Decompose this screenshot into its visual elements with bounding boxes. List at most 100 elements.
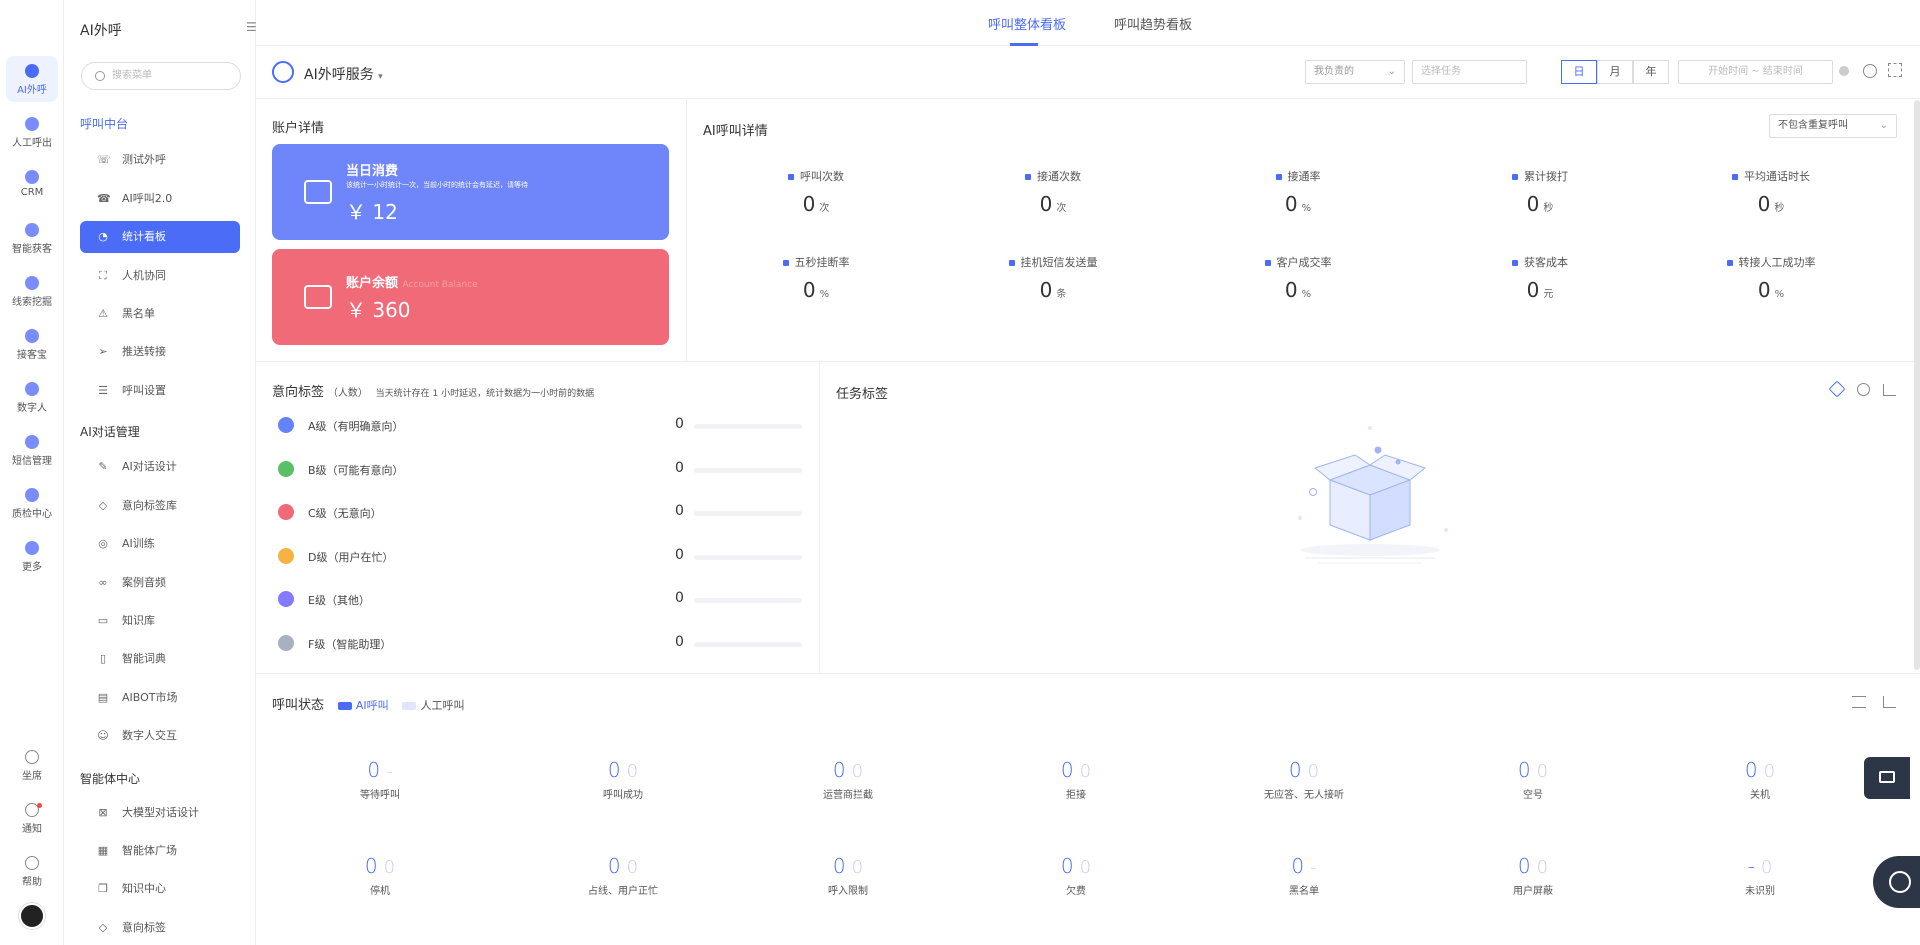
task-select[interactable]: 选择任务	[1412, 60, 1527, 84]
clue-icon	[25, 276, 39, 290]
menu-item-7[interactable]: ✎ AI对话设计	[80, 451, 240, 483]
menu-item-10[interactable]: ∞ 案例音频	[80, 567, 240, 599]
divider	[256, 361, 1920, 362]
menu-item-5[interactable]: ➢ 推送转接	[80, 336, 240, 368]
collapse-icon[interactable]: ☰	[246, 20, 257, 34]
menu-item-icon: ⛶	[99, 269, 107, 282]
period-month[interactable]: 月	[1597, 60, 1633, 84]
call-status-item: 0 0 无应答、无人接听	[1244, 758, 1364, 801]
rail-item-4[interactable]: 线索挖掘	[6, 268, 58, 314]
kpi-value: 0%	[802, 278, 830, 302]
kpi-label: 累计拨打	[1460, 168, 1620, 184]
sort-icon[interactable]	[1852, 696, 1866, 708]
avatar[interactable]	[19, 903, 45, 929]
rail-item-label: 通知	[22, 824, 42, 835]
bar-chart-icon[interactable]	[1883, 696, 1896, 708]
call-status-item: 0 0 呼叫成功	[563, 758, 683, 801]
digital-human-icon	[25, 382, 39, 396]
balance-card: 账户余额 Account Balance ￥ 360	[272, 249, 669, 345]
kpi-label: 客户成交率	[1218, 254, 1378, 270]
kpi-label: 挂机短信发送量	[973, 254, 1133, 270]
rail-item-9[interactable]: 更多	[6, 533, 58, 579]
kpi-card: 客户成交率 0%	[1218, 254, 1378, 302]
menu-item-9[interactable]: ◎ AI训练	[80, 528, 240, 560]
kpi-card: 挂机短信发送量 0 条	[973, 254, 1133, 302]
intent-value: 0	[675, 546, 684, 563]
menu-item-icon: ◇	[98, 499, 108, 512]
repeat-call-filter[interactable]: 不包含重复呼叫 ⌄	[1769, 114, 1897, 138]
menu-item-4[interactable]: ⚠ 黑名单	[80, 298, 240, 330]
menu-item-0[interactable]: ☏ 测试外呼	[80, 144, 240, 176]
rail-item-0[interactable]: AI外呼	[6, 56, 58, 102]
service-select[interactable]: AI外呼服务 ▾	[304, 64, 383, 84]
menu-item-6[interactable]: ☰ 呼叫设置	[80, 375, 240, 407]
menu-item-icon: ✎	[98, 460, 108, 473]
rail-item-8[interactable]: 质检中心	[6, 480, 58, 526]
rail-bottom-0[interactable]: 坐席	[6, 742, 58, 788]
menu-item-1[interactable]: ☎ AI呼叫2.0	[80, 183, 240, 215]
menu-item-icon: ⊠	[98, 806, 108, 819]
menu-item-icon: ☺	[97, 729, 109, 742]
menu-item-2[interactable]: ◔ 统计看板	[80, 221, 240, 253]
period-day[interactable]: 日	[1561, 60, 1597, 84]
menu-item-17[interactable]: ❒ 知识中心	[80, 873, 240, 905]
rail-item-7[interactable]: 短信管理	[6, 427, 58, 473]
call-status-item: -0 未识别	[1700, 854, 1820, 897]
info-icon[interactable]	[1839, 66, 1849, 76]
fullscreen-icon[interactable]	[1888, 63, 1902, 77]
rail-bottom-2[interactable]: 帮助	[6, 848, 58, 894]
rail-item-label: CRM	[20, 187, 44, 198]
chat-float-button[interactable]	[1864, 757, 1910, 799]
tag-icon[interactable]	[1828, 380, 1846, 398]
menu-item-13[interactable]: ▤ AIBOT市场	[80, 682, 240, 714]
intent-progress-bar	[694, 641, 802, 647]
menu-item-15[interactable]: ⊠ 大模型对话设计	[80, 797, 240, 829]
menu-item-16[interactable]: ▦ 智能体广场	[80, 835, 240, 867]
status-values: -0	[1747, 854, 1773, 878]
status-values: 00	[607, 758, 639, 782]
menu-item-8[interactable]: ◇ 意向标签库	[80, 490, 240, 522]
rail-item-3[interactable]: 智能获客	[6, 215, 58, 261]
tab-trend-board[interactable]: 呼叫趋势看板	[1114, 14, 1192, 33]
legend-swatch	[402, 702, 417, 710]
phone-icon	[25, 117, 39, 131]
rail-bottom-1[interactable]: 通知	[6, 795, 58, 841]
intent-row: C级（无意向） 0	[272, 499, 802, 529]
intent-note: 当天统计存在 1 小时延迟，统计数据为一小时前的数据	[375, 389, 595, 399]
menu-item-18[interactable]: ◇ 意向标签	[80, 912, 240, 944]
call-float-button[interactable]	[1873, 856, 1920, 908]
kpi-card: 累计拨打 0 秒	[1460, 168, 1620, 216]
tab-overall-board[interactable]: 呼叫整体看板	[988, 14, 1066, 33]
menu-item-14[interactable]: ☺ 数字人交互	[80, 720, 240, 752]
menu-item-label: 大模型对话设计	[122, 806, 199, 819]
pie-chart-icon[interactable]	[1857, 383, 1870, 396]
intent-progress-bar	[694, 598, 802, 603]
refresh-icon[interactable]	[1863, 64, 1877, 78]
rail-item-6[interactable]: 数字人	[6, 374, 58, 420]
legend-ai[interactable]: AI呼叫	[337, 699, 389, 712]
menu-item-label: 呼叫设置	[122, 384, 166, 397]
bar-chart-icon[interactable]	[1883, 384, 1896, 396]
rail-item-label: 智能获客	[12, 244, 52, 255]
grade-icon	[278, 547, 294, 564]
more-icon	[25, 541, 39, 555]
legend-human[interactable]: 人工呼叫	[402, 699, 464, 712]
menu-item-3[interactable]: ⛶ 人机协同	[80, 260, 240, 292]
status-label: 运营商拦截	[823, 790, 873, 801]
owner-select[interactable]: 我负责的 ⌄	[1305, 60, 1405, 84]
kpi-value: 0元	[1526, 278, 1554, 302]
menu-item-11[interactable]: ▭ 知识库	[80, 605, 240, 637]
intent-progress-bar	[694, 424, 802, 429]
date-range-picker[interactable]: 开始时间 ~ 结束时间	[1678, 60, 1833, 84]
rail-item-5[interactable]: 接客宝	[6, 321, 58, 367]
crm-icon	[25, 170, 39, 184]
menu-item-12[interactable]: ▯ 智能词典	[80, 643, 240, 675]
rail-item-2[interactable]: CRM	[6, 162, 58, 208]
ai-detail-title: AI呼叫详情	[703, 124, 768, 139]
menu-search-input[interactable]: 搜索菜单	[81, 62, 241, 90]
rail-item-1[interactable]: 人工呼出	[6, 109, 58, 155]
scrollbar[interactable]	[1914, 100, 1920, 670]
kpi-card: 转接人工成功率 0%	[1691, 254, 1851, 302]
status-label: 关机	[1750, 790, 1770, 801]
period-year[interactable]: 年	[1633, 60, 1669, 84]
